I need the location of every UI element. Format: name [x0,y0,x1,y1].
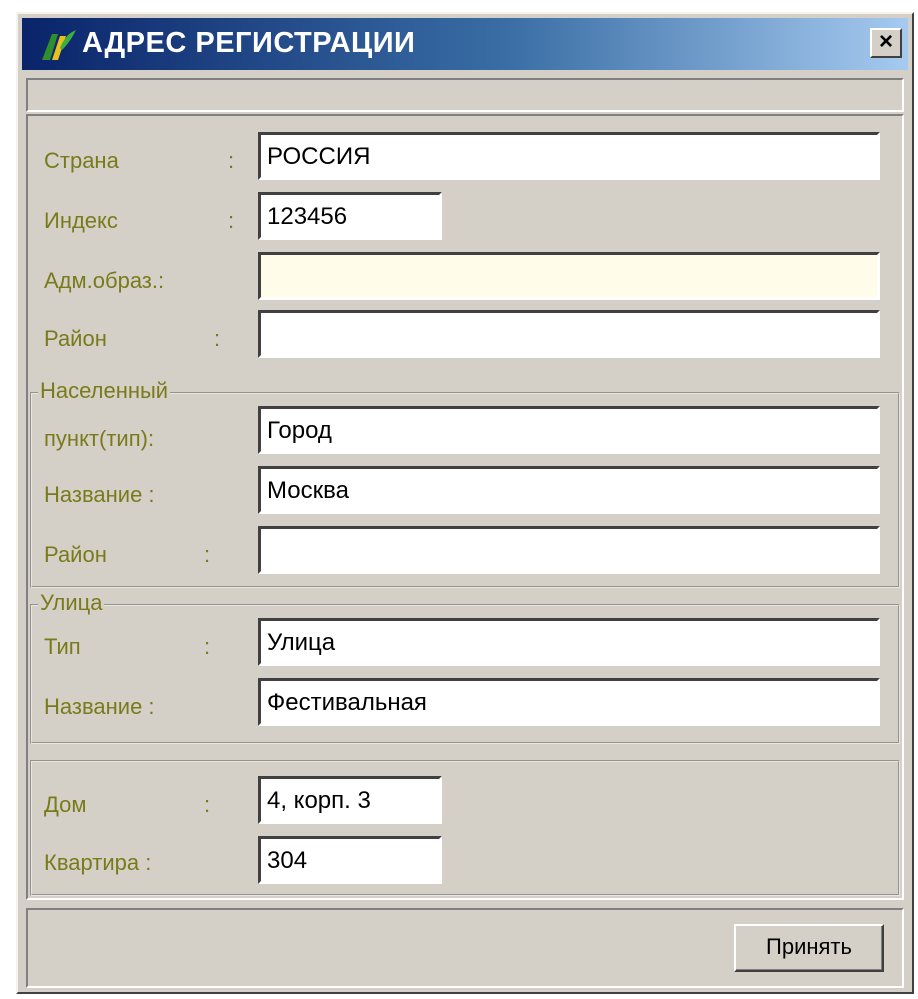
window-title: АДРЕС РЕГИСТРАЦИИ [82,27,416,59]
top-panel [26,78,904,112]
settlement-district-label: Район [44,542,107,567]
settlement-type-label: пункт(тип): [44,426,155,451]
settlement-district-colon: : [204,542,211,567]
settlement-group-title: Населенный [38,378,171,404]
settlement-name-field[interactable]: Москва [258,466,880,514]
title-bar[interactable]: АДРЕС РЕГИСТРАЦИИ × [22,18,908,70]
street-type-label: Тип [44,634,81,659]
settlement-type-field[interactable]: Город [258,406,880,454]
house-field[interactable]: 4, корп. 3 [258,776,442,824]
building-group: Дом : 4, корп. 3 Квартира : 304 [30,760,900,896]
apartment-field[interactable]: 304 [258,836,442,884]
district-colon: : [214,326,221,351]
app-logo-icon [42,30,76,60]
adm-label: Адм.образ.: [44,268,165,293]
country-field[interactable]: РОССИЯ [258,132,880,180]
street-name-label: Название : [44,694,155,719]
close-button[interactable]: × [870,28,902,58]
house-label: Дом [44,792,87,817]
footer-panel: Принять [26,908,904,988]
house-colon: : [204,792,211,817]
accept-button[interactable]: Принять [734,924,884,972]
country-colon: : [228,148,235,173]
address-dialog: АДРЕС РЕГИСТРАЦИИ × Страна : РОССИЯ Инде… [16,12,914,994]
settlement-group: Населенный пункт(тип): Город Название : … [30,378,900,588]
street-type-colon: : [204,634,211,659]
street-name-field[interactable]: Фестивальная [258,678,880,726]
street-type-field[interactable]: Улица [258,618,880,666]
address-panel: Страна : РОССИЯ Индекс : 123456 Адм.обра… [26,114,904,900]
index-colon: : [228,208,235,233]
index-label: Индекс [44,208,118,233]
index-field[interactable]: 123456 [258,192,442,240]
settlement-district-field[interactable] [258,526,880,574]
street-group-title: Улица [38,590,105,616]
settlement-name-label: Название : [44,482,155,507]
adm-field[interactable] [258,252,880,300]
district-field[interactable] [258,310,880,358]
country-label: Страна [44,148,119,173]
apartment-label: Квартира : [44,850,152,875]
street-group: Улица Тип : Улица Название : Фестивальна… [30,590,900,744]
district-label: Район [44,326,107,351]
